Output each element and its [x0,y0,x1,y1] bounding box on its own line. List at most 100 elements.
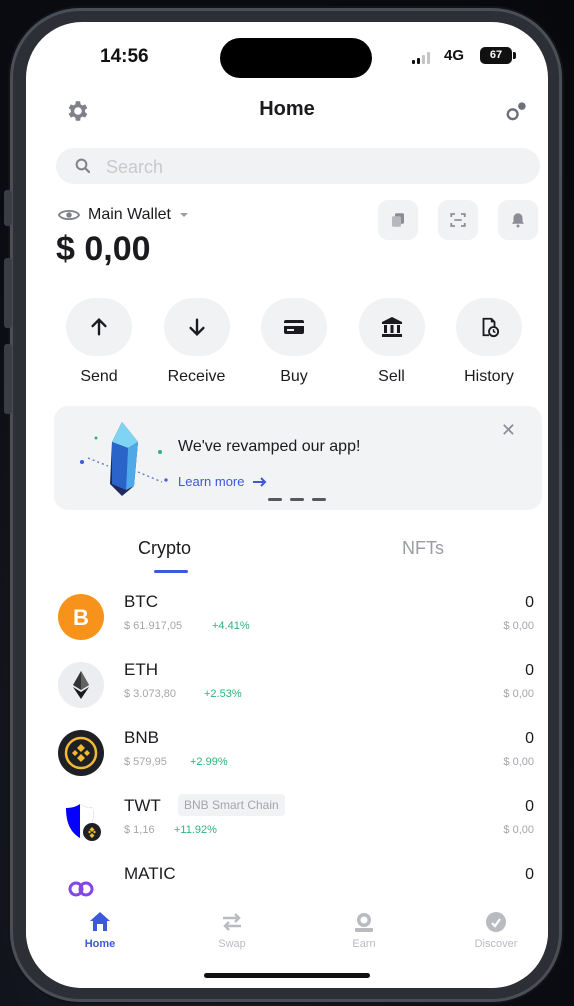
token-symbol: BNB [124,728,159,747]
home-icon [90,912,110,931]
mute-switch [4,190,12,226]
svg-text:B: B [73,605,89,630]
token-symbol: TWT [124,796,161,815]
send-action[interactable]: Send [54,298,144,386]
arrow-up-icon[interactable] [66,298,132,356]
tab-nfts[interactable]: NFTs [402,538,444,559]
token-change: +11.92% [174,824,217,836]
learn-more-label: Learn more [178,474,245,489]
nav-home[interactable]: Home [50,910,150,950]
walletconnect-icon[interactable] [504,98,530,124]
bank-icon[interactable] [358,298,425,356]
token-amount: 0 [525,866,534,883]
wallet-name: Main Wallet [88,206,171,223]
nav-discover-label: Discover [474,938,518,950]
card-icon[interactable] [261,298,327,356]
token-symbol: MATIC [124,864,176,883]
send-label: Send [80,368,118,385]
twt-icon [58,798,104,844]
volume-up-button [4,258,12,328]
history-icon[interactable] [456,298,522,356]
wallet-balance: $ 0,00 [56,230,151,268]
token-change: +4.41% [212,620,250,632]
nav-discover[interactable]: Discover [446,910,546,950]
chain-badge: BNB Smart Chain [178,794,285,816]
token-value: $ 0,00 [503,756,534,768]
token-symbol: ETH [124,660,158,679]
scan-button[interactable] [438,200,478,240]
buy-action[interactable]: Buy [249,298,339,386]
token-price: $ 3.073,80 [124,688,176,700]
arrow-down-icon[interactable] [163,298,230,356]
header: Home [26,90,548,130]
token-amount: 0 [525,730,534,747]
token-row-eth[interactable]: ETH $ 3.073,80 +2.53% 0 $ 0,00 [26,654,548,714]
asset-tabs: Crypto NFTs [26,528,548,576]
history-action[interactable]: History [444,298,534,386]
sell-action[interactable]: Sell [347,298,437,386]
bell-icon [512,213,524,228]
token-price: $ 1,16 [124,824,155,836]
token-value: $ 0,00 [503,688,534,700]
volume-down-button [4,344,12,414]
network-type: 4G [444,47,465,64]
learn-more-link[interactable]: Learn more [178,474,268,489]
token-amount: 0 [525,662,534,679]
btc-icon: B [58,594,104,640]
promo-banner[interactable]: We've revamped our app! Learn more ✕ [54,406,542,510]
token-row-bnb[interactable]: BNB $ 579,95 +2.99% 0 $ 0,00 [26,722,548,782]
arrow-right-icon [253,476,267,487]
history-label: History [464,368,514,385]
token-change: +2.99% [190,756,228,768]
scan-icon [450,213,466,227]
receive-action[interactable]: Receive [152,298,242,386]
bnb-icon [58,730,104,776]
tab-crypto[interactable]: Crypto [138,538,191,559]
status-time: 14:56 [100,46,149,67]
quick-actions: Send Receive Buy Sell History [54,298,534,386]
discover-icon [486,912,506,932]
buy-label: Buy [280,368,308,385]
battery-icon: 67 [480,47,516,64]
wallet-tools [378,200,538,240]
chevron-down-icon [179,213,188,217]
copy-icon [392,213,404,227]
app-screen: 14:56 4G 67 Home Main Wallet $ 0,00 [26,22,548,988]
nav-earn[interactable]: Earn [314,910,414,950]
token-row-twt[interactable]: TWT BNB Smart Chain $ 1,16 +11.92% 0 $ 0… [26,790,548,850]
token-row-btc[interactable]: B BTC $ 61.917,05 +4.41% 0 $ 0,00 [26,586,548,646]
eye-icon[interactable] [58,207,80,223]
nav-earn-label: Earn [352,938,376,950]
nav-swap-label: Swap [218,938,246,950]
tab-indicator [154,570,188,573]
copy-button[interactable] [378,200,418,240]
eth-icon [58,662,104,708]
bottom-nav: Home Swap Earn Discover [26,898,548,988]
token-amount: 0 [525,798,534,815]
wallet-selector[interactable]: Main Wallet [58,204,189,226]
page-title: Home [259,98,315,120]
sell-label: Sell [378,368,405,385]
gem-illustration [76,418,176,500]
notifications-button[interactable] [498,200,538,240]
earn-icon [355,913,373,932]
home-indicator [204,973,370,978]
receive-label: Receive [167,368,226,385]
swap-icon [223,913,241,931]
token-amount: 0 [525,594,534,611]
nav-swap[interactable]: Swap [182,910,282,950]
token-symbol: BTC [124,592,158,611]
status-bar: 14:56 4G 67 [26,22,548,82]
close-icon[interactable]: ✕ [501,420,516,441]
search-icon [75,158,91,174]
token-price: $ 61.917,05 [124,620,183,632]
search-input[interactable] [104,148,508,186]
signal-icon [412,52,430,64]
token-price: $ 579,95 [124,756,167,768]
promo-title: We've revamped our app! [178,438,361,455]
search-bar[interactable] [56,148,540,186]
nav-home-label: Home [84,938,116,950]
token-value: $ 0,00 [503,824,534,836]
carousel-indicator [268,498,326,501]
dynamic-island [220,38,372,78]
